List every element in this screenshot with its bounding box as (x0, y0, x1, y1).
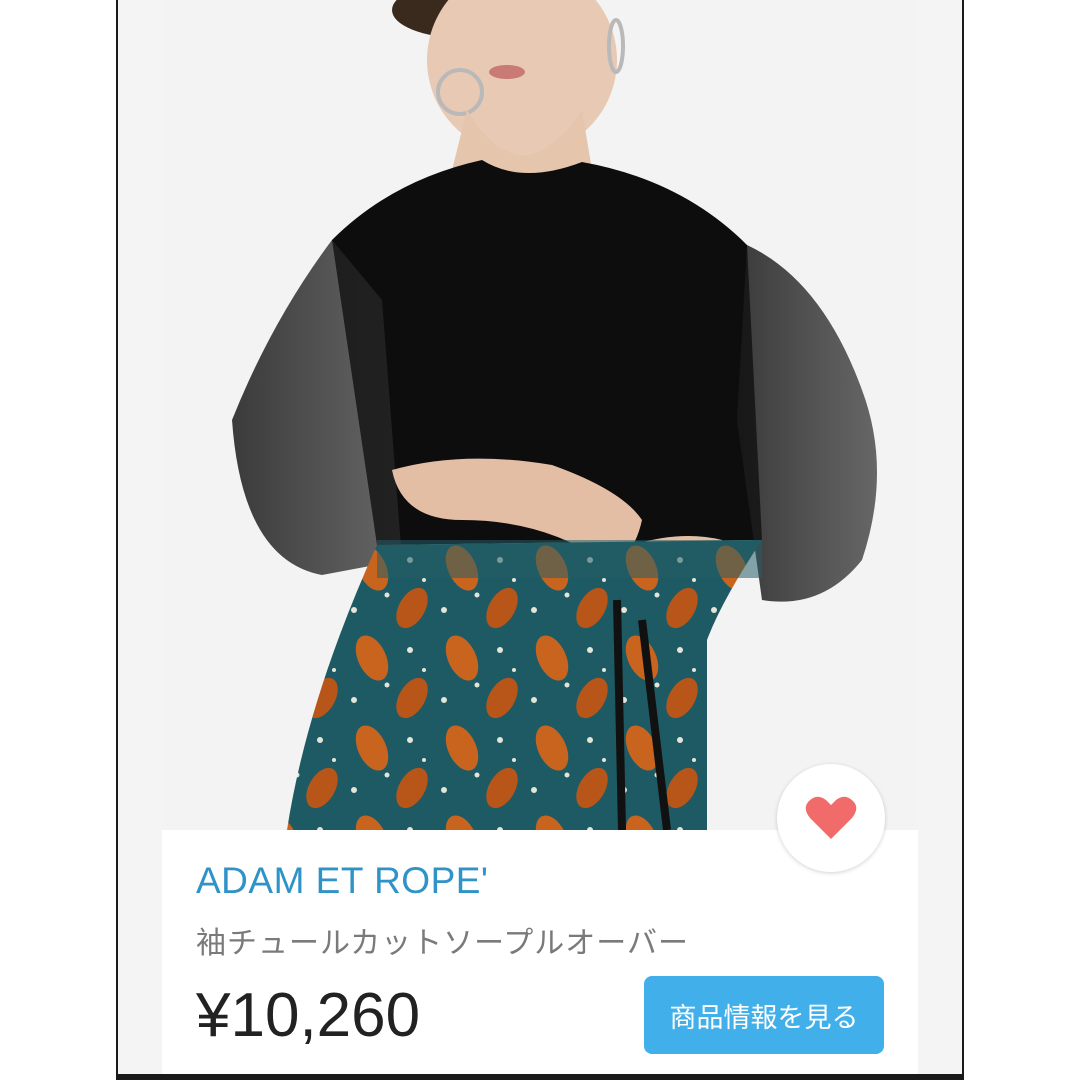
product-price: ¥10,260 (196, 981, 421, 1050)
product-card: ADAM ET ROPE' 袖チュールカットソープルオーバー ¥10,260 商… (162, 830, 918, 1074)
heart-icon (805, 796, 857, 839)
brand-name[interactable]: ADAM ET ROPE' (196, 860, 489, 902)
product-image (162, 0, 918, 830)
product-title[interactable]: 袖チュールカットソープルオーバー (196, 918, 689, 962)
view-product-info-button[interactable]: 商品情報を見る (644, 976, 884, 1054)
bottom-border (116, 1074, 964, 1080)
favorite-button[interactable] (777, 764, 885, 872)
product-photo[interactable] (162, 0, 918, 830)
